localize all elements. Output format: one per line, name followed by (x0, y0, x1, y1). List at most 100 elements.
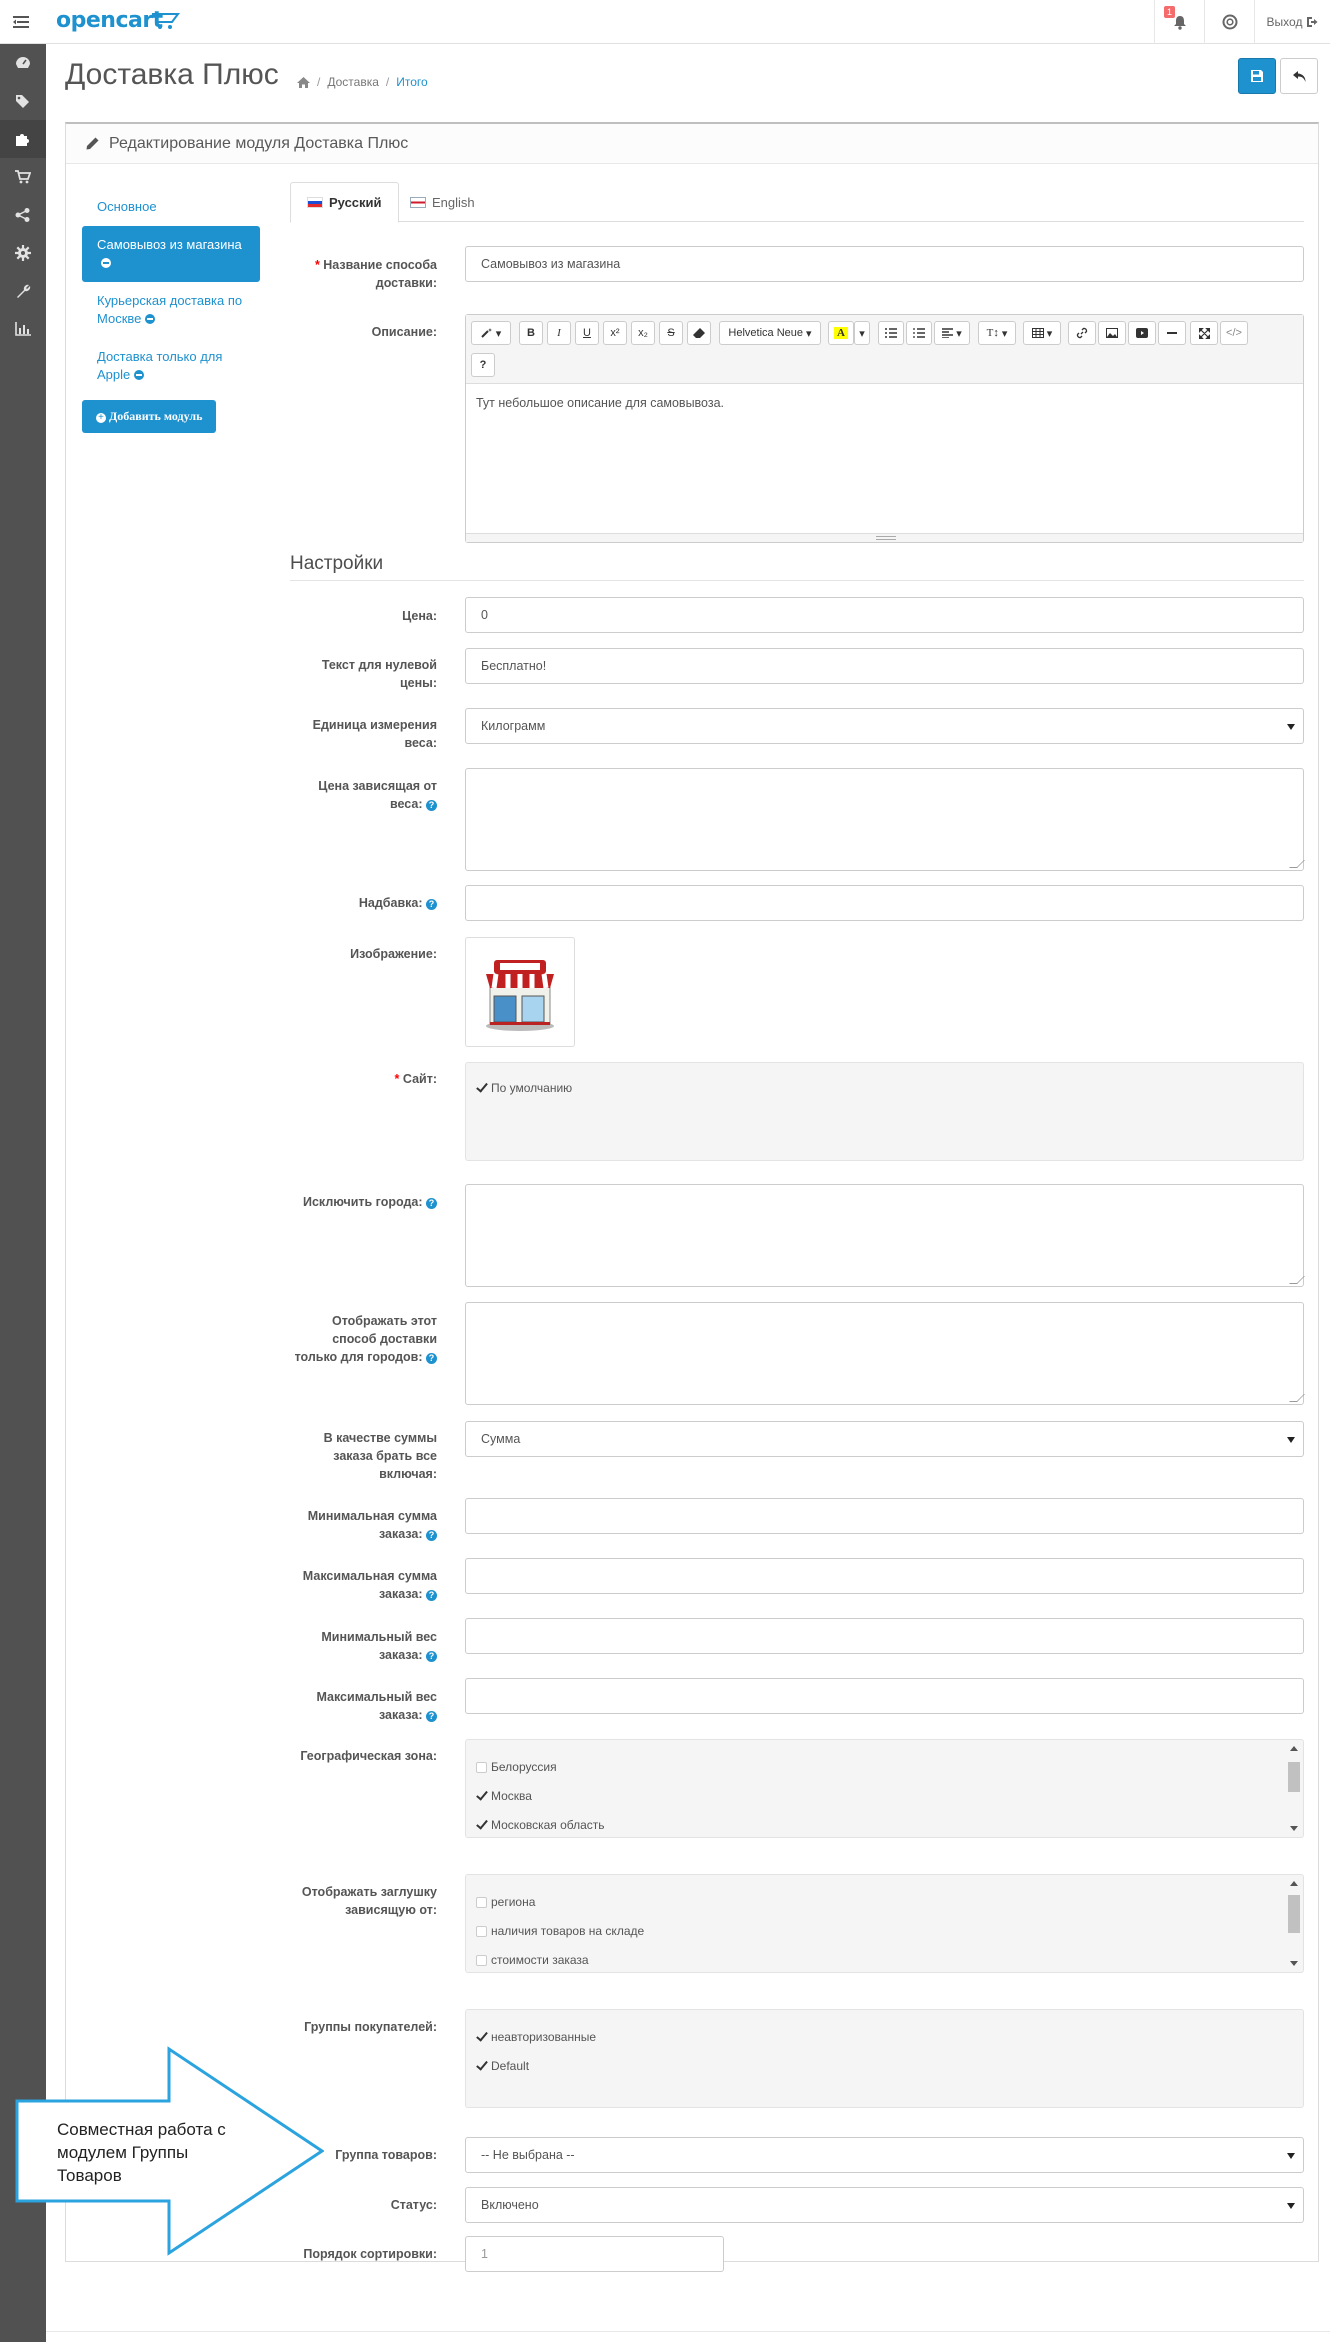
nav-item-general[interactable]: Основное (82, 188, 260, 226)
question-circle-icon: ? (426, 1651, 437, 1662)
method-name-input[interactable]: Самовывоз из магазина (465, 246, 1304, 282)
notifications-button[interactable]: 1 (1154, 0, 1204, 44)
editor-resize-bar[interactable] (466, 533, 1303, 542)
editor-toolbar: ▾ B I U x² x₂ S Helvetica Neue ▾ A ▾ ▾ T… (466, 315, 1303, 384)
remove-circle-icon[interactable] (145, 314, 156, 324)
sort-order-input[interactable]: 1 (465, 2236, 724, 2272)
tab-english[interactable]: English (394, 182, 491, 222)
checkbox[interactable] (476, 2032, 487, 2043)
strikethrough-button[interactable]: S (659, 321, 683, 345)
stub-option[interactable]: региона (476, 1895, 535, 1909)
nav-item-courier[interactable]: Курьерская доставка по Москве (82, 282, 260, 338)
customer-group-option[interactable]: Default (476, 2059, 529, 2073)
unordered-list-button[interactable] (878, 321, 904, 345)
price-input[interactable]: 0 (465, 597, 1304, 633)
min-weight-input[interactable] (465, 1618, 1304, 1654)
cart-icon[interactable] (0, 158, 46, 196)
nav-item-pickup[interactable]: Самовывоз из магазина (82, 226, 260, 282)
share-icon[interactable] (0, 196, 46, 234)
video-button[interactable] (1128, 321, 1156, 345)
tab-russian[interactable]: Русский (290, 182, 399, 223)
checkbox[interactable] (476, 1896, 487, 1908)
order-total-select[interactable]: Сумма (465, 1421, 1304, 1457)
scrollbar[interactable] (1287, 1742, 1301, 1835)
table-dropdown[interactable]: ▾ (1023, 321, 1061, 345)
nav-item-apple[interactable]: Доставка только для Apple (82, 338, 260, 394)
subscript-button[interactable]: x₂ (631, 321, 655, 345)
max-weight-input[interactable] (465, 1678, 1304, 1714)
stub-option[interactable]: стоимости заказа (476, 1953, 589, 1967)
link-button[interactable] (1068, 321, 1096, 345)
weight-price-textarea[interactable] (465, 768, 1305, 871)
italic-button[interactable]: I (547, 321, 571, 345)
geo-zone-option[interactable]: Белоруссия (476, 1760, 557, 1774)
notification-badge: 1 (1164, 6, 1176, 18)
checkbox[interactable] (476, 2061, 487, 2072)
status-select[interactable]: Включено (465, 2187, 1304, 2223)
customer-group-option[interactable]: неавторизованные (476, 2030, 596, 2044)
checkbox[interactable] (476, 1925, 487, 1937)
line-height-dropdown[interactable]: T↕ ▾ (978, 321, 1016, 345)
site-option-default[interactable]: По умолчанию (476, 1081, 572, 1095)
checkbox[interactable] (476, 1954, 487, 1966)
puzzle-icon[interactable] (0, 120, 46, 158)
fullscreen-button[interactable] (1190, 321, 1218, 345)
cog-icon[interactable] (0, 234, 46, 272)
paragraph-dropdown[interactable]: ▾ (934, 321, 970, 345)
stub-checklist[interactable]: региона наличия товаров на складе стоимо… (465, 1874, 1304, 1973)
zero-price-text-input[interactable]: Бесплатно! (465, 648, 1304, 684)
code-view-button[interactable]: </> (1220, 321, 1248, 345)
image-button[interactable] (1098, 321, 1126, 345)
text-height-icon: T↕ (986, 327, 999, 339)
opencart-logo[interactable]: opencart (56, 8, 163, 33)
help-editor-button[interactable]: ? (471, 353, 495, 377)
module-image-thumbnail[interactable] (465, 937, 575, 1047)
breadcrumb-item-shipping[interactable]: Доставка (327, 75, 379, 89)
remove-circle-icon[interactable] (101, 258, 111, 268)
font-family-dropdown[interactable]: Helvetica Neue ▾ (719, 321, 821, 345)
logout-button[interactable]: Выход (1254, 0, 1330, 44)
weight-unit-select[interactable]: Килограмм (465, 708, 1304, 744)
max-total-input[interactable] (465, 1558, 1304, 1594)
price-label: Цена: (402, 609, 437, 623)
help-button[interactable] (1204, 0, 1254, 44)
checkbox[interactable] (476, 1820, 487, 1831)
geo-zone-option[interactable]: Московская область (476, 1818, 605, 1832)
bold-button[interactable]: B (519, 321, 543, 345)
home-icon[interactable] (297, 76, 310, 88)
min-weight-label: Минимальный вес заказа: ? (321, 1630, 437, 1662)
markup-input[interactable] (465, 885, 1304, 921)
checkbox[interactable] (476, 1761, 487, 1773)
save-button[interactable] (1238, 58, 1276, 94)
eraser-button[interactable] (687, 321, 711, 345)
color-dropdown[interactable]: ▾ (854, 321, 870, 345)
remove-circle-icon[interactable] (134, 370, 145, 380)
add-module-button[interactable]: + Добавить модуль (82, 400, 217, 433)
description-editor[interactable]: ▾ B I U x² x₂ S Helvetica Neue ▾ A ▾ ▾ T… (465, 314, 1304, 543)
checkbox[interactable] (476, 1083, 487, 1094)
site-label: * Сайт: (394, 1072, 437, 1086)
menu-toggle-icon[interactable] (0, 0, 42, 44)
scrollbar[interactable] (1287, 1877, 1301, 1970)
wrench-icon[interactable] (0, 272, 46, 310)
underline-button[interactable]: U (575, 321, 599, 345)
editor-content[interactable]: Тут небольшое описание для самовывоза. (466, 384, 1303, 422)
hr-button[interactable] (1158, 321, 1186, 345)
breadcrumb-item-total[interactable]: Итого (396, 75, 427, 89)
tags-icon[interactable] (0, 82, 46, 120)
superscript-button[interactable]: x² (603, 321, 627, 345)
ordered-list-button[interactable] (906, 321, 932, 345)
geo-zone-checklist[interactable]: Белоруссия Москва Московская область (465, 1739, 1304, 1838)
color-button[interactable]: A (828, 321, 854, 345)
bar-chart-icon[interactable] (0, 310, 46, 348)
exclude-cities-textarea[interactable] (465, 1184, 1305, 1287)
min-total-input[interactable] (465, 1498, 1304, 1534)
geo-zone-option[interactable]: Москва (476, 1789, 532, 1803)
only-cities-textarea[interactable] (465, 1302, 1305, 1405)
dashboard-icon[interactable] (0, 44, 46, 82)
checkbox[interactable] (476, 1791, 487, 1802)
back-button[interactable] (1280, 58, 1318, 94)
style-dropdown[interactable]: ▾ (471, 321, 511, 345)
stub-option[interactable]: наличия товаров на складе (476, 1924, 644, 1938)
product-group-select[interactable]: -- Не выбрана -- (465, 2137, 1304, 2173)
